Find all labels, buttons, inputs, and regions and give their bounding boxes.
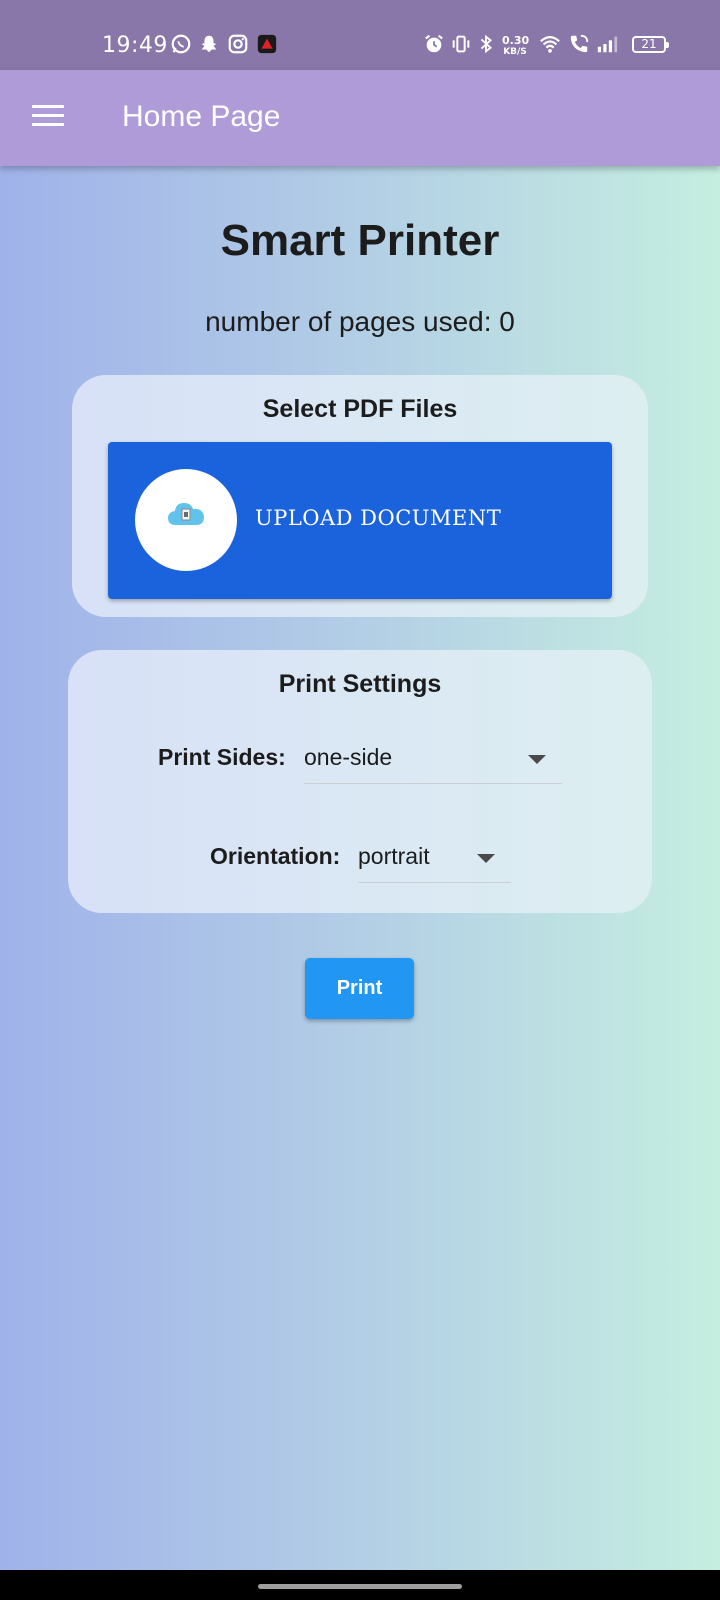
signal-icon (597, 36, 618, 53)
upload-document-button[interactable]: UPLOAD DOCUMENT (108, 442, 612, 599)
chevron-down-icon (477, 854, 495, 863)
net-speed-value: 0.30 (502, 34, 530, 47)
battery-icon: 21 (632, 36, 669, 53)
print-settings-title: Print Settings (278, 670, 442, 698)
status-time: 19:49 (102, 33, 168, 58)
home-gesture-handle[interactable] (258, 1584, 462, 1589)
app-alert-icon (257, 34, 277, 54)
upload-button-label: UPLOAD DOCUMENT (255, 506, 502, 530)
upload-card-title: Select PDF Files (262, 395, 458, 423)
upload-icon-circle (135, 469, 237, 571)
print-sides-label: Print Sides: (158, 744, 286, 770)
wifi-icon (540, 36, 560, 53)
bluetooth-icon (480, 34, 492, 54)
cloud-upload-icon (168, 503, 204, 525)
wifi-call-icon (570, 34, 589, 53)
app-bar: Home Page (0, 70, 720, 166)
app-bar-title: Home Page (122, 100, 281, 133)
alarm-icon (425, 34, 443, 53)
orientation-value: portrait (358, 843, 430, 869)
status-bar: 19:49 0.30 KB/S 21 (0, 0, 720, 70)
whatsapp-icon (171, 34, 191, 54)
vibrate-icon (452, 35, 470, 53)
orientation-dropdown[interactable]: portrait (358, 843, 511, 883)
page-title: Smart Printer (220, 216, 500, 265)
chevron-down-icon (528, 755, 546, 764)
orientation-label: Orientation: (210, 843, 341, 869)
print-sides-value: one-side (304, 744, 393, 770)
hamburger-menu-icon[interactable] (32, 105, 64, 129)
print-sides-dropdown[interactable]: one-side (304, 744, 562, 784)
instagram-icon (228, 34, 248, 54)
snapchat-icon (201, 35, 217, 53)
pages-used-counter: number of pages used: 0 (205, 306, 515, 337)
print-button[interactable]: Print (305, 958, 414, 1019)
net-speed-unit: KB/S (503, 47, 527, 57)
